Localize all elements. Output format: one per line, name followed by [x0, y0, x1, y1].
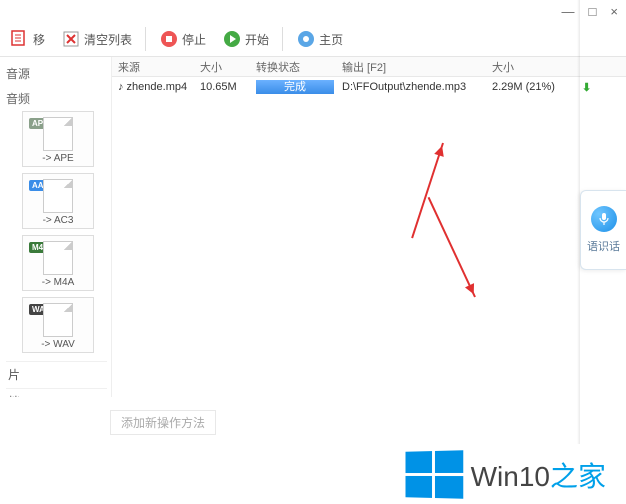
thumb-label: -> WAV — [41, 339, 75, 350]
sidebar-header2: 音频 — [4, 86, 107, 111]
watermark: Win10之家 — [404, 451, 606, 498]
annotation-arrow — [428, 197, 476, 298]
bottom-pane: 添加新操作方法 — [0, 397, 626, 447]
home-button[interactable]: 主页 — [290, 27, 349, 51]
start-icon — [222, 29, 242, 49]
home-icon — [296, 29, 316, 49]
col-size[interactable]: 大小 — [194, 59, 250, 75]
stop-button[interactable]: 停止 — [153, 27, 212, 51]
sidebar-item[interactable]: 片 — [6, 361, 107, 388]
voice-widget[interactable]: 语识话 — [580, 190, 626, 270]
download-icon[interactable]: ⬇ — [582, 82, 591, 94]
col-size2[interactable]: 大小 — [486, 59, 576, 75]
voice-label: 语识话 — [587, 238, 620, 254]
sidebar: 音源 音频 APE-> APE AAC-> AC3 M4A-> M4A WAV-> W… — [0, 57, 112, 397]
col-output[interactable]: 输出 [F2] — [336, 59, 486, 75]
format-thumb[interactable]: WAV-> WAV — [22, 297, 94, 353]
thumb-label: -> APE — [42, 153, 73, 164]
clear-list-button[interactable]: 清空列表 — [55, 27, 138, 51]
remove-button[interactable]: 移 — [4, 27, 51, 51]
maximize-button[interactable]: □ — [589, 4, 597, 19]
sidebar-item[interactable]: 档 — [6, 388, 107, 397]
status-badge: 完成 — [256, 80, 334, 94]
col-status[interactable]: 转换状态 — [250, 59, 336, 75]
clear-icon — [61, 29, 81, 49]
stop-icon — [159, 29, 179, 49]
shadow-divider — [577, 0, 580, 444]
table-row[interactable]: ♪ zhende.mp4 10.65M 完成 D:\FFOutput\zhend… — [112, 77, 626, 97]
microphone-icon — [591, 206, 617, 232]
close-button[interactable]: × — [610, 4, 618, 19]
column-header-row: 来源 大小 转换状态 输出 [F2] 大小 — [112, 57, 626, 77]
start-button[interactable]: 开始 — [216, 27, 275, 51]
remove-icon — [10, 29, 30, 49]
minimize-button[interactable]: — — [562, 4, 575, 19]
format-thumb[interactable]: M4A-> M4A — [22, 235, 94, 291]
windows-logo-icon — [405, 450, 463, 498]
content-area: 来源 大小 转换状态 输出 [F2] 大小 ♪ zhende.mp4 10.65… — [112, 57, 626, 397]
file-icon: ♪ — [118, 81, 124, 93]
add-operation-button[interactable]: 添加新操作方法 — [110, 410, 216, 435]
format-thumb[interactable]: AAC-> AC3 — [22, 173, 94, 229]
col-source[interactable]: 来源 — [112, 59, 194, 75]
sidebar-header: 音源 — [4, 61, 107, 86]
format-thumb[interactable]: APE-> APE — [22, 111, 94, 167]
thumb-label: -> AC3 — [43, 215, 74, 226]
thumb-label: -> M4A — [42, 277, 75, 288]
